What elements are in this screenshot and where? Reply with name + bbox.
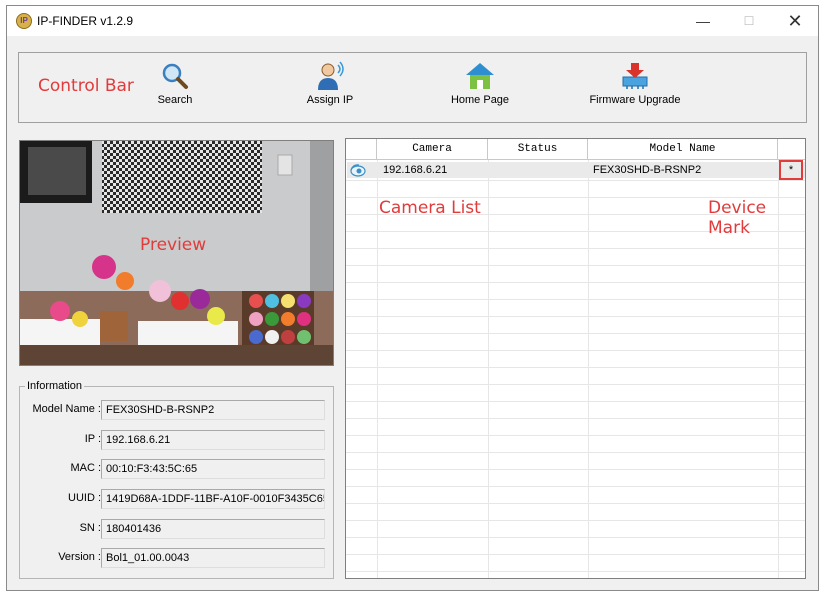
search-icon <box>159 61 191 91</box>
home-page-button[interactable]: Home Page <box>449 61 511 106</box>
maximize-button[interactable]: ☐ <box>726 6 772 36</box>
model-name-field[interactable]: FEX30SHD-B-RSNP2 <box>101 400 325 420</box>
firmware-upgrade-icon <box>619 61 651 91</box>
camera-list-annotation: Camera List <box>379 198 481 218</box>
assign-ip-button[interactable]: Assign IP <box>299 61 361 106</box>
device-mark-cell[interactable]: * <box>779 160 803 180</box>
mac-field[interactable]: 00:10:F3:43:5C:65 <box>101 459 325 479</box>
app-icon: IP <box>16 13 32 29</box>
firmware-upgrade-button[interactable]: Firmware Upgrade <box>587 61 683 106</box>
minimize-button[interactable]: — <box>680 6 726 36</box>
column-header-model-name[interactable]: Model Name <box>588 139 778 160</box>
assign-ip-label: Assign IP <box>306 94 354 106</box>
search-button[interactable]: Search <box>147 61 203 106</box>
camera-cell: 192.168.6.21 <box>383 164 448 176</box>
camera-list-header: Camera Status Model Name <box>346 139 805 160</box>
title-bar: IP IP-FINDER v1.2.9 — ☐ ✕ <box>7 6 818 36</box>
model-name-label: Model Name : <box>32 403 101 415</box>
column-header-status[interactable]: Status <box>488 139 588 160</box>
control-bar: Control Bar Search Assign IP Home Page F… <box>18 52 807 123</box>
information-group: Information Model Name : FEX30SHD-B-RSNP… <box>19 380 334 579</box>
info-row-model: Model Name : FEX30SHD-B-RSNP2 <box>20 400 333 420</box>
sn-label: SN : <box>79 522 101 534</box>
version-field[interactable]: Bol1_01.00.0043 <box>101 548 325 568</box>
control-bar-annotation: Control Bar <box>38 76 134 96</box>
camera-icon <box>350 163 366 177</box>
ip-field[interactable]: 192.168.6.21 <box>101 430 325 450</box>
uuid-field[interactable]: 1419D68A-1DDF-11BF-A10F-0010F3435C65 <box>101 489 325 509</box>
info-row-version: Version : Bol1_01.00.0043 <box>20 548 333 568</box>
ip-label: IP : <box>84 433 101 445</box>
home-page-label: Home Page <box>450 94 510 106</box>
info-row-sn: SN : 180401436 <box>20 519 333 539</box>
sn-field[interactable]: 180401436 <box>101 519 325 539</box>
version-label: Version : <box>58 551 101 563</box>
window-title: IP-FINDER v1.2.9 <box>37 14 134 28</box>
camera-preview: Preview <box>19 140 334 366</box>
search-label: Search <box>157 94 193 106</box>
firmware-upgrade-label: Firmware Upgrade <box>589 94 681 106</box>
app-window: IP IP-FINDER v1.2.9 — ☐ ✕ Control Bar Se… <box>6 5 819 591</box>
assign-ip-icon <box>314 61 346 91</box>
preview-annotation: Preview <box>140 235 207 255</box>
camera-list[interactable]: Camera Status Model Name 192.168.6.21 FE… <box>345 138 806 579</box>
column-header-camera[interactable]: Camera <box>377 139 488 160</box>
info-row-uuid: UUID : 1419D68A-1DDF-11BF-A10F-0010F3435… <box>20 489 333 509</box>
info-row-ip: IP : 192.168.6.21 <box>20 430 333 450</box>
column-header-mark[interactable] <box>778 139 805 160</box>
column-header-icon[interactable] <box>346 139 377 160</box>
close-button[interactable]: ✕ <box>772 6 818 36</box>
home-icon <box>464 61 496 91</box>
mac-label: MAC : <box>70 462 101 474</box>
info-row-mac: MAC : 00:10:F3:43:5C:65 <box>20 459 333 479</box>
uuid-label: UUID : <box>68 492 101 504</box>
information-legend: Information <box>25 380 85 392</box>
device-mark-annotation: Device Mark <box>708 198 767 238</box>
model-name-cell: FEX30SHD-B-RSNP2 <box>593 164 702 176</box>
